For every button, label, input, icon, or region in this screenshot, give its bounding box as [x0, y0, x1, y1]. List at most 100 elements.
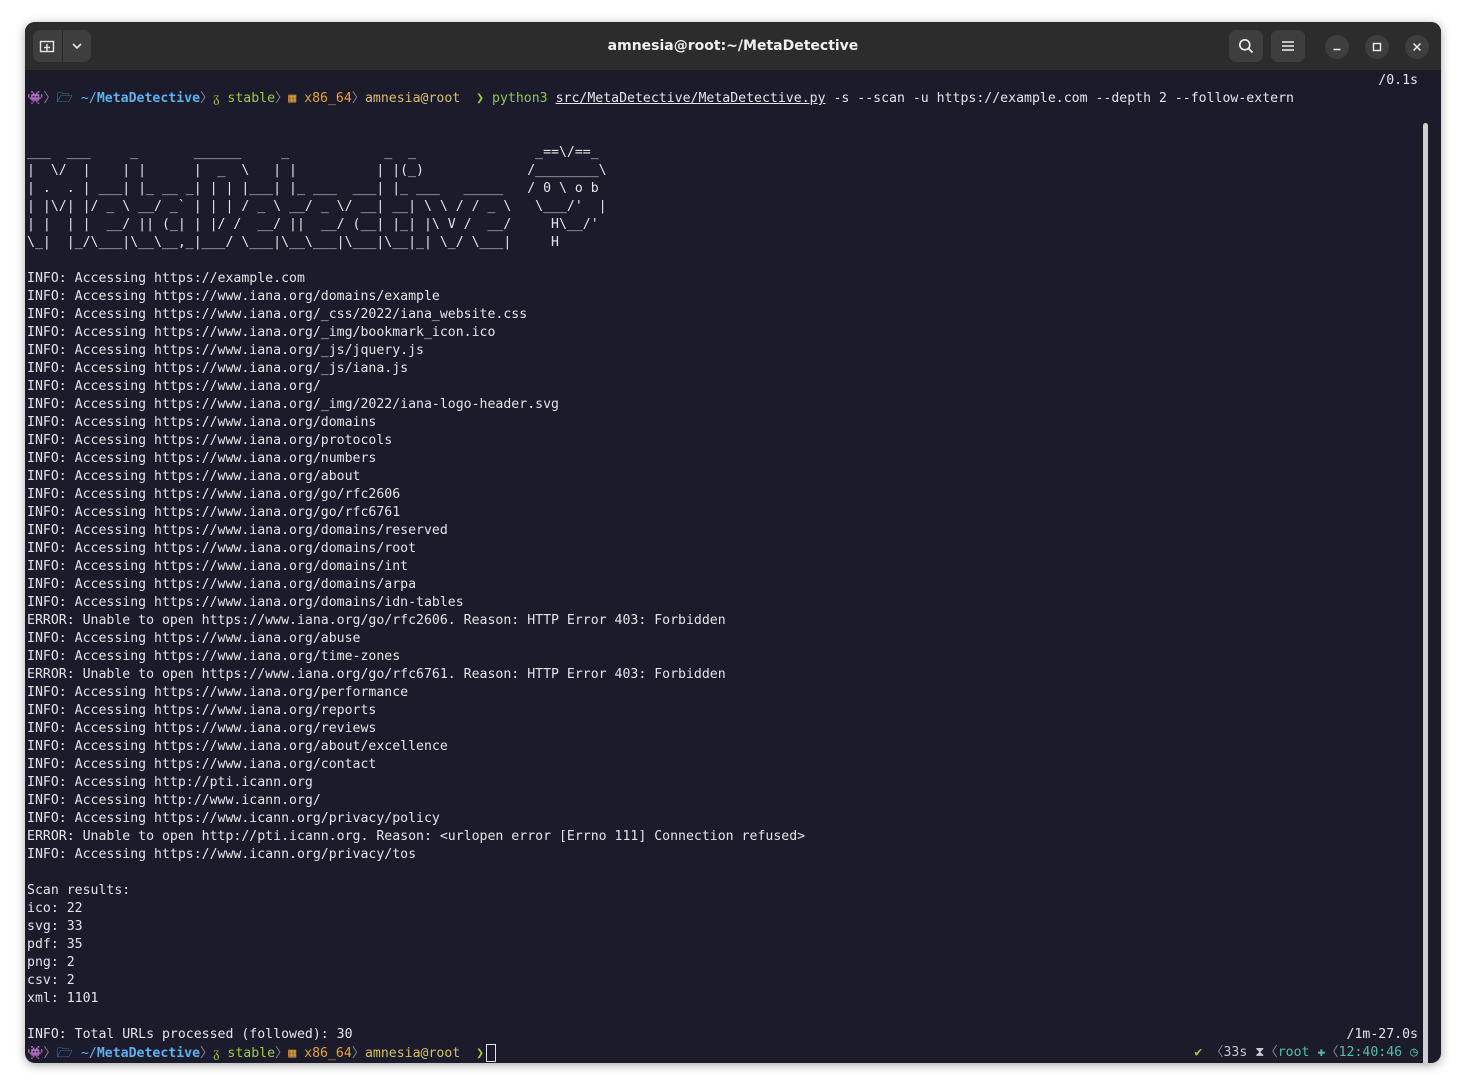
minimize-button[interactable]: [1325, 35, 1349, 59]
log-line: INFO: Accessing http://pti.icann.org: [27, 775, 313, 790]
log-line-error: ERROR: Unable to open https://www.iana.o…: [27, 667, 726, 682]
prompt-separator: 〈: [1210, 1045, 1224, 1060]
close-icon: [1412, 42, 1422, 52]
tab-controls: [33, 30, 91, 62]
prompt-branch: stable: [227, 1046, 276, 1061]
command-duration: 33s: [1223, 1045, 1248, 1060]
terminal-output[interactable]: /0.1s 👾〉🗁 ~/MetaDetective〉ᵹ stable〉▦ x86…: [25, 71, 1431, 1063]
command-script-path[interactable]: src/MetaDetective/MetaDetective.py: [556, 91, 826, 106]
minimize-icon: [1333, 48, 1341, 51]
folder-icon: 🗁: [56, 91, 73, 106]
search-button[interactable]: [1229, 30, 1263, 62]
cpu-icon: ▦: [288, 1046, 297, 1061]
prompt-separator: 〉: [200, 1046, 214, 1061]
os-icon: 👾: [27, 1046, 44, 1061]
prompt-dir-prefix: ~/: [80, 1046, 97, 1061]
search-icon: [1239, 39, 1254, 54]
tab-dropdown-button[interactable]: [63, 30, 92, 62]
prompt-arrow: ❯: [476, 91, 485, 106]
log-line: INFO: Accessing https://example.com: [27, 271, 305, 286]
log-line: INFO: Accessing https://www.iana.org/dom…: [27, 523, 448, 538]
summary-timing: /1m-27.0s: [1346, 1027, 1418, 1042]
prompt-user: amnesia@root: [364, 1046, 461, 1061]
banner-line: | \/ | | | | _ \ | | | |(_) /________\: [27, 163, 607, 178]
log-line-error: ERROR: Unable to open https://www.iana.o…: [27, 613, 726, 628]
prompt-separator: 〈: [1325, 1045, 1339, 1060]
scan-result-line: xml: 1101: [27, 991, 99, 1006]
hourglass-icon: ⧗: [1255, 1045, 1265, 1060]
close-button[interactable]: [1405, 35, 1429, 59]
log-line: INFO: Accessing https://www.iana.org/dom…: [27, 577, 417, 592]
prompt-separator: 〉: [351, 1046, 365, 1061]
prompt-arrow: ❯: [476, 1046, 485, 1061]
scan-result-line: csv: 2: [27, 973, 75, 988]
banner-line: \_| |_/\___|\__\__,_|___/ \___|\__\___|\…: [27, 235, 559, 250]
prompt-dir: MetaDetective: [96, 91, 201, 106]
log-line: INFO: Accessing https://www.iana.org/dom…: [27, 595, 464, 610]
prompt-root-user: root: [1277, 1045, 1310, 1060]
folder-icon: 🗁: [56, 1046, 73, 1061]
prompt-arch: x86_64: [304, 1046, 352, 1061]
log-line: INFO: Accessing https://www.iana.org/dom…: [27, 559, 409, 574]
log-line: INFO: Accessing https://www.iana.org/abo…: [27, 469, 361, 484]
banner-line: | | | | __/ || (_| | |/ / __/ || __/ (__…: [27, 217, 599, 232]
prompt-separator: 〈: [1264, 1045, 1278, 1060]
log-line: INFO: Accessing https://www.iana.org/_cs…: [27, 307, 528, 322]
maximize-button[interactable]: [1365, 35, 1389, 59]
scrollbar[interactable]: [1423, 123, 1428, 1063]
log-line: INFO: Accessing https://www.icann.org/pr…: [27, 811, 440, 826]
prompt-separator: 〉: [43, 91, 57, 106]
terminal-window: amnesia@root:~/MetaDetective /0.1s 👾〉🗁 ~…: [25, 22, 1441, 1063]
log-line: INFO: Accessing https://www.icann.org/pr…: [27, 847, 417, 862]
menu-button[interactable]: [1271, 30, 1305, 62]
summary-line: INFO: Total URLs processed (followed): 3…: [27, 1027, 353, 1042]
active-prompt-line[interactable]: 👾〉🗁 ~/MetaDetective〉ᵹ stable〉▦ x86_64〉am…: [27, 1044, 497, 1062]
log-line: INFO: Accessing https://www.iana.org/per…: [27, 685, 409, 700]
new-tab-button[interactable]: [33, 30, 62, 62]
success-check-icon: ✔: [1194, 1045, 1203, 1060]
log-line: INFO: Accessing https://www.iana.org/_js…: [27, 343, 424, 358]
hamburger-menu-icon: [1282, 41, 1294, 51]
os-icon: 👾: [27, 91, 44, 106]
banner-line: ___ ___ _ ______ _ _ _ _==\/==_: [27, 145, 599, 160]
log-line: INFO: Accessing https://www.iana.org/dom…: [27, 289, 440, 304]
log-line: INFO: Accessing https://www.iana.org/rep…: [27, 703, 377, 718]
clock-icon: ◷: [1410, 1045, 1418, 1060]
git-branch-icon: ᵹ: [213, 1046, 220, 1061]
prompt-separator: 〉: [275, 91, 289, 106]
prompt-separator: 〉: [275, 1046, 289, 1061]
command-args: -s --scan -u https://example.com --depth…: [825, 91, 1294, 106]
log-line: INFO: Accessing https://www.iana.org/dom…: [27, 415, 377, 430]
scan-result-line: pdf: 35: [27, 937, 83, 952]
prompt-separator: 〉: [351, 91, 365, 106]
command-timing: /0.1s: [1378, 73, 1418, 88]
prompt-line: 👾〉🗁 ~/MetaDetective〉ᵹ stable〉▦ x86_64〉am…: [27, 90, 1294, 108]
scan-result-line: ico: 22: [27, 901, 83, 916]
log-line: INFO: Accessing https://www.iana.org/go/…: [27, 487, 401, 502]
scan-result-line: svg: 33: [27, 919, 83, 934]
log-line: INFO: Accessing https://www.iana.org/_im…: [27, 397, 559, 412]
log-line-error: ERROR: Unable to open http://pti.icann.o…: [27, 829, 806, 844]
cpu-icon: ▦: [288, 91, 297, 106]
log-line: INFO: Accessing https://www.iana.org/num…: [27, 451, 377, 466]
command-program: python3: [492, 91, 548, 106]
banner-line: | . . | ___| |_ __ _| | | |___| |_ ___ _…: [27, 181, 599, 196]
log-line: INFO: Accessing https://www.iana.org/rev…: [27, 721, 377, 736]
prompt-branch: stable: [227, 91, 276, 106]
title-bar: amnesia@root:~/MetaDetective: [25, 22, 1441, 71]
maximize-icon: [1372, 42, 1382, 52]
log-line: INFO: Accessing http://www.icann.org/: [27, 793, 321, 808]
log-line: INFO: Accessing https://www.iana.org/abu…: [27, 631, 361, 646]
text-cursor: [486, 1044, 497, 1062]
prompt-separator: 〉: [200, 91, 214, 106]
banner-line: | |\/| |/ _ \ __/ _` | | | / _ \ __/ _ \…: [27, 199, 607, 214]
new-tab-icon: [40, 40, 55, 53]
prompt-dir: MetaDetective: [96, 1046, 201, 1061]
log-line: INFO: Accessing https://www.iana.org/dom…: [27, 541, 417, 556]
git-branch-icon: ᵹ: [213, 91, 220, 106]
log-line: INFO: Accessing https://www.iana.org/_js…: [27, 361, 409, 376]
log-line: INFO: Accessing https://www.iana.org/go/…: [27, 505, 401, 520]
log-line: INFO: Accessing https://www.iana.org/con…: [27, 757, 377, 772]
scan-results-header: Scan results:: [27, 883, 131, 898]
prompt-user: amnesia@root: [364, 91, 461, 106]
